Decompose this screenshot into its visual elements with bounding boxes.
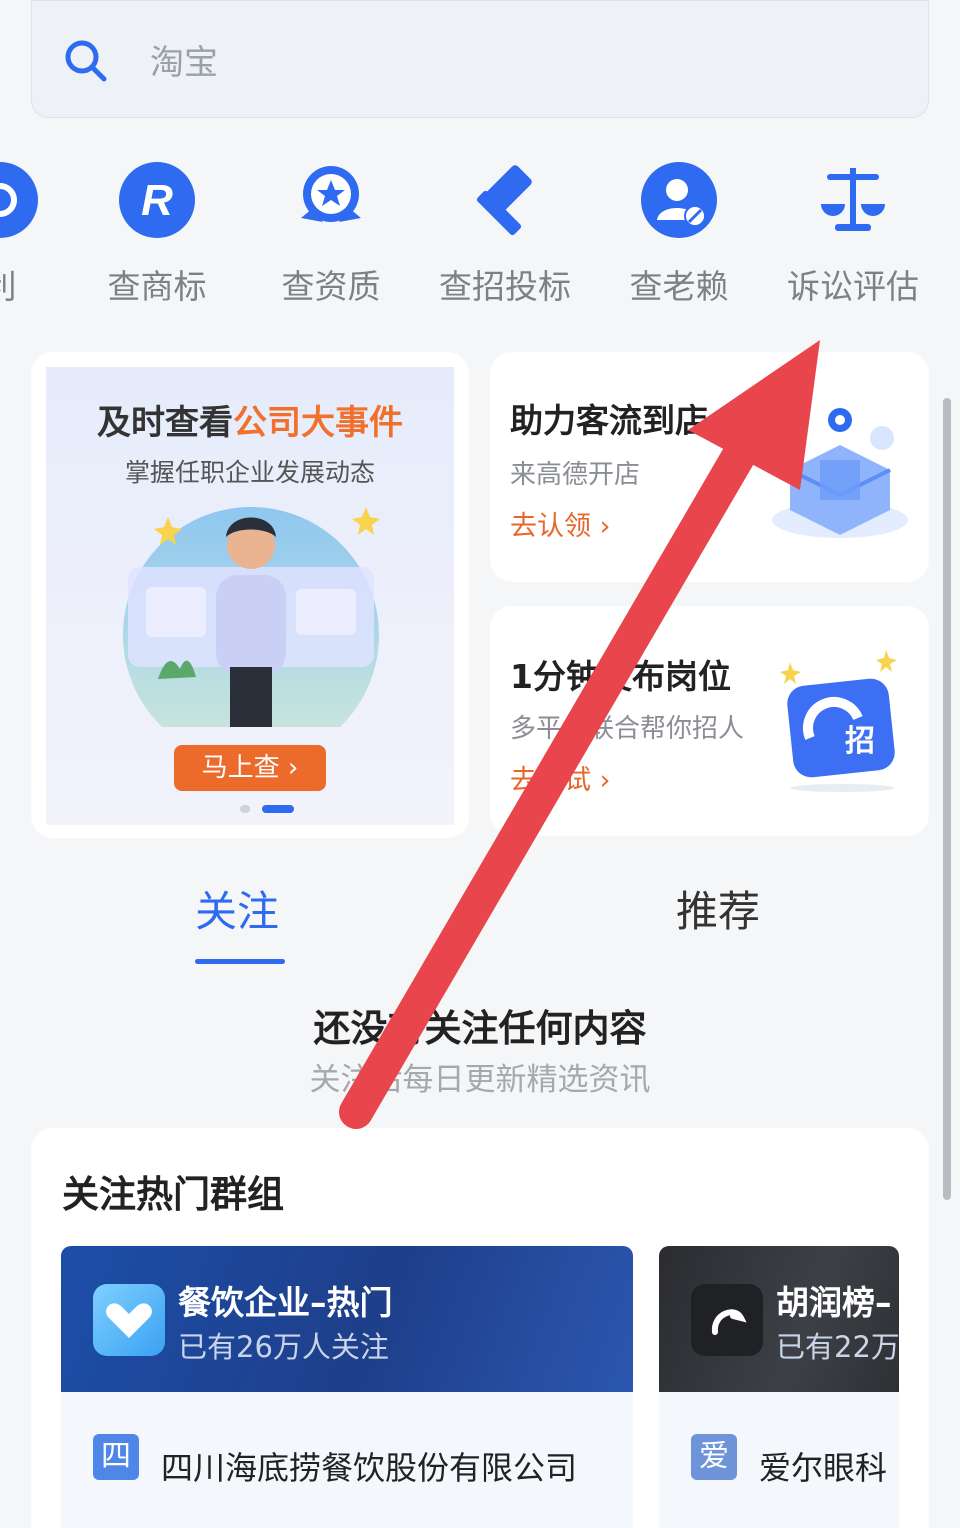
search-placeholder: 淘宝 <box>150 43 218 83</box>
group-followers: 已有22万 <box>776 1330 899 1364</box>
gavel-icon <box>476 165 532 236</box>
trademark-icon: R <box>119 162 195 238</box>
promo-subtitle: 多平台联合帮你招人 <box>510 714 745 744</box>
group-name: 胡润榜– <box>776 1283 892 1322</box>
tool-litigation[interactable]: 诉讼评估 <box>768 160 938 308</box>
tab-following[interactable]: 关注 <box>195 878 279 939</box>
tool-label: 查资质 <box>281 267 381 306</box>
group-followers: 已有26万人关注 <box>178 1330 389 1364</box>
banner-image[interactable]: 及时查看公司大事件 掌握任职企业发展动态 马上查 › <box>46 367 454 825</box>
banner-button[interactable]: 马上查 › <box>174 745 326 791</box>
hot-groups-title: 关注热门群组 <box>62 1173 284 1216</box>
hot-groups-card: 关注热门群组 餐饮企业–热门 已有26万人关注 四 四川海底捞餐饮股份有限公司 … <box>31 1128 929 1528</box>
shop-illustration <box>772 408 908 538</box>
tool-defaulter[interactable]: 查老赖 <box>594 160 764 308</box>
award-icon <box>301 166 361 222</box>
recruit-illustration: 招 <box>780 650 897 792</box>
tool-qualification[interactable]: 查资质 <box>246 160 416 308</box>
group-card[interactable]: 餐饮企业–热门 已有26万人关注 四 四川海底捞餐饮股份有限公司 <box>61 1246 633 1528</box>
tool-label: 查商标 <box>107 267 207 306</box>
brand-logo-icon <box>691 1284 763 1356</box>
company-name[interactable]: 四川海底捞餐饮股份有限公司 <box>161 1443 577 1489</box>
recruit-badge-text: 招 <box>845 724 875 759</box>
company-name[interactable]: 爱尔眼科 <box>759 1443 887 1489</box>
group-name: 餐饮企业–热门 <box>178 1283 393 1322</box>
svg-text:R: R <box>141 176 173 225</box>
tool-label: 查老赖 <box>629 267 729 306</box>
banner-title: 及时查看公司大事件 <box>97 403 403 443</box>
promo-subtitle: 来高德开店 <box>510 460 641 490</box>
company-badge: 爱 <box>691 1434 737 1480</box>
promo-title: 1分钟发布岗位 <box>510 657 731 696</box>
tool-label: 诉讼评估 <box>787 267 919 306</box>
search-bar[interactable]: 淘宝 <box>31 0 929 118</box>
partial-icon <box>0 162 38 238</box>
tool-label: 查招投标 <box>439 267 571 306</box>
promo-link[interactable]: 去试试 › <box>510 758 610 797</box>
scales-icon <box>821 168 885 231</box>
scrollbar[interactable] <box>943 398 951 1200</box>
empty-state-title: 还没有关注任何内容 <box>313 1007 647 1050</box>
promo-title: 助力客流到店 <box>510 401 708 440</box>
search-icon <box>65 40 107 82</box>
handshake-icon <box>93 1284 165 1356</box>
person-illustration <box>123 507 380 727</box>
promo-card-recruit[interactable]: 1分钟发布岗位 多平台联合帮你招人 去试试 › 招 <box>490 606 929 836</box>
group-card[interactable]: 胡润榜– 已有22万 爱 爱尔眼科 <box>659 1246 899 1528</box>
company-badge: 四 <box>93 1434 139 1480</box>
promo-link[interactable]: 去认领 › <box>510 504 610 543</box>
blocked-user-icon <box>641 162 717 238</box>
tool-bidding[interactable]: 查招投标 <box>420 160 590 308</box>
carousel-dot <box>240 805 250 813</box>
promo-card-amap[interactable]: 助力客流到店 来高德开店 去认领 › <box>490 352 929 582</box>
carousel-dot-active <box>262 805 294 813</box>
tool-trademark[interactable]: R 查商标 <box>72 160 242 308</box>
banner-subtitle: 掌握任职企业发展动态 <box>124 458 375 487</box>
tab-recommend[interactable]: 推荐 <box>676 878 760 939</box>
empty-state-subtitle: 关注后每日更新精选资讯 <box>309 1062 651 1098</box>
tab-indicator <box>195 959 285 964</box>
